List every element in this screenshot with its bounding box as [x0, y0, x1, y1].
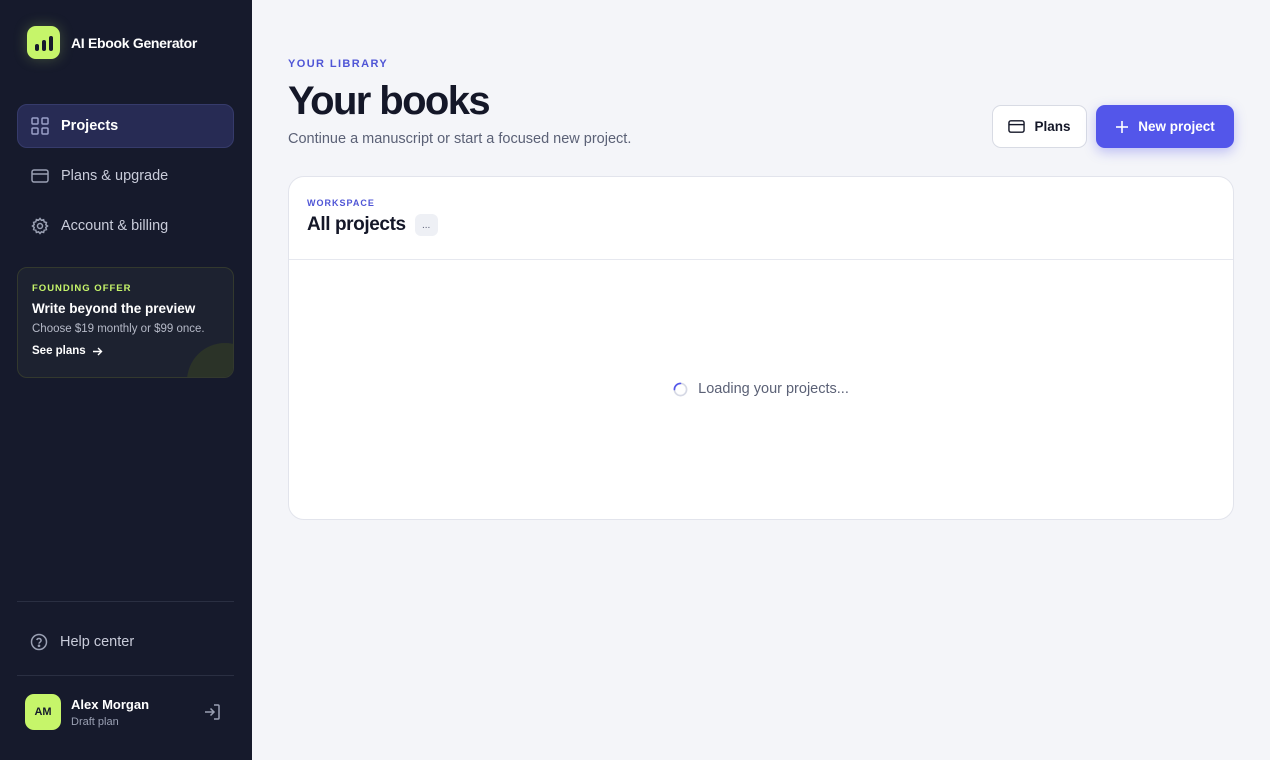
sidebar-item-label: Projects — [61, 118, 119, 134]
sidebar-divider — [17, 675, 234, 676]
sidebar-item-account[interactable]: Account & billing — [17, 204, 234, 248]
new-project-label: New project — [1138, 119, 1215, 134]
panel-title-row: All projects ... — [307, 214, 1215, 236]
sidebar-item-plans[interactable]: Plans & upgrade — [17, 154, 234, 198]
sidebar-divider — [17, 601, 234, 602]
sidebar-item-label: Account & billing — [61, 218, 169, 234]
panel-header: WORKSPACE All projects ... — [289, 177, 1233, 260]
project-count-badge: ... — [414, 214, 438, 236]
see-plans-label: See plans — [32, 345, 86, 357]
page-title: Your books — [288, 79, 491, 123]
see-plans-link[interactable]: See plans — [32, 345, 219, 357]
plans-button[interactable]: Plans — [992, 105, 1087, 148]
user-plan: Draft plan — [71, 715, 119, 728]
gear-icon — [31, 217, 49, 235]
sidebar-nav: Projects Plans & upgrade Account & billi… — [17, 104, 234, 254]
sidebar-item-label: Plans & upgrade — [61, 168, 169, 184]
brand[interactable]: AI Ebook Generator — [27, 26, 197, 59]
user-profile[interactable]: AM Alex Morgan Draft plan — [25, 694, 227, 730]
page-kicker: YOUR LIBRARY — [288, 58, 389, 70]
grid-icon — [31, 117, 49, 135]
help-center-link[interactable]: Help center — [17, 620, 234, 664]
loading-state: Loading your projects... — [289, 381, 1233, 397]
arrow-right-icon — [92, 347, 103, 355]
credit-card-icon — [31, 169, 49, 183]
loading-text: Loading your projects... — [698, 381, 849, 397]
bar-chart-logo-icon — [27, 26, 60, 59]
credit-card-icon — [1008, 120, 1026, 133]
user-meta: Alex Morgan Draft plan — [71, 697, 149, 728]
panel-title: All projects — [307, 214, 406, 235]
sidebar-item-projects[interactable]: Projects — [17, 104, 234, 148]
brand-name: AI Ebook Generator — [71, 34, 198, 51]
sidebar: AI Ebook Generator Projects Plans & upgr… — [0, 0, 252, 760]
panel-kicker: WORKSPACE — [307, 198, 375, 208]
offer-text: Choose $19 monthly or $99 once. — [32, 323, 205, 335]
offer-kicker: FOUNDING OFFER — [32, 283, 132, 294]
logout-icon[interactable] — [203, 703, 221, 721]
help-center-label: Help center — [60, 634, 135, 650]
help-circle-icon — [30, 633, 48, 651]
offer-title: Write beyond the preview — [32, 301, 196, 316]
user-name: Alex Morgan — [71, 696, 150, 712]
plans-button-label: Plans — [1034, 119, 1071, 134]
projects-panel: WORKSPACE All projects ... Loading your … — [288, 176, 1234, 520]
spinner-icon — [673, 382, 688, 396]
page-subtitle: Continue a manuscript or start a focused… — [288, 131, 632, 147]
new-project-button[interactable]: New project — [1096, 105, 1234, 148]
plus-icon — [1116, 120, 1129, 133]
avatar: AM — [25, 694, 61, 730]
founding-offer-card: FOUNDING OFFER Write beyond the preview … — [17, 267, 234, 378]
